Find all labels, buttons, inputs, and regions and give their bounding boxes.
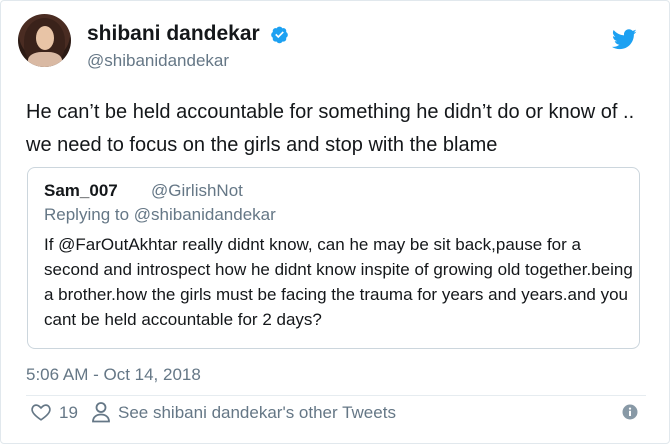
heart-icon[interactable]: [30, 401, 52, 423]
twitter-bird-icon[interactable]: [612, 29, 637, 50]
like-count[interactable]: 19: [59, 403, 78, 423]
timestamp-link[interactable]: 5:06 AM - Oct 14, 2018: [26, 365, 201, 385]
author-name[interactable]: shibani dandekar: [87, 22, 260, 46]
person-icon[interactable]: [91, 401, 111, 423]
replying-to: Replying to @shibanidandekar: [44, 205, 276, 224]
divider: [26, 395, 646, 396]
quoted-author-handle[interactable]: @GirlishNot: [151, 181, 243, 201]
verified-badge-icon: [271, 26, 288, 44]
other-tweets-link[interactable]: See shibani dandekar's other Tweets: [118, 403, 396, 423]
quoted-tweet[interactable]: Sam_007 @GirlishNot Replying to @shibani…: [27, 167, 640, 349]
avatar[interactable]: [18, 14, 71, 67]
quoted-tweet-text: If @FarOutAkhtar really didnt know, can …: [44, 235, 633, 329]
tweet-text: He can’t be held accountable for somethi…: [26, 101, 635, 156]
quoted-author-name[interactable]: Sam_007: [44, 181, 118, 201]
info-icon[interactable]: [622, 404, 638, 420]
author-handle[interactable]: @shibanidandekar: [87, 51, 229, 71]
embedded-tweet-card: shibani dandekar @shibanidandekar He can…: [0, 0, 670, 444]
